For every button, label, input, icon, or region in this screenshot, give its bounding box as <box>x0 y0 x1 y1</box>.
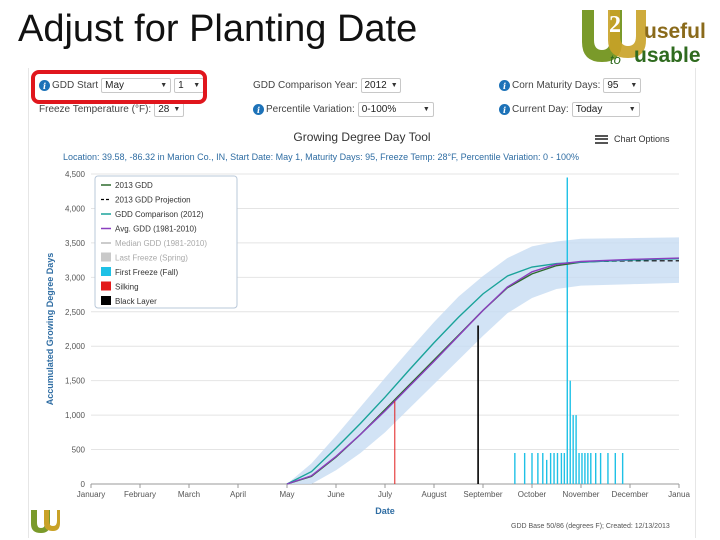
legend-label: Median GDD (1981-2010) <box>115 239 207 248</box>
freeze-temp-label: Freeze Temperature (°F): <box>39 104 152 115</box>
logo-text-usable: usable <box>634 44 701 67</box>
logo-text-to: to <box>610 52 621 67</box>
info-icon[interactable]: i <box>253 104 264 115</box>
u2u-logo: 2 useful to usable <box>578 4 718 68</box>
percentile-control: i Percentile Variation: 0-100% ▼ <box>253 102 434 117</box>
legend-label: Avg. GDD (1981-2010) <box>115 225 197 234</box>
info-icon[interactable]: i <box>499 80 510 91</box>
legend-swatch <box>101 267 111 276</box>
y-tick-label: 3,500 <box>65 239 86 248</box>
chevron-down-icon: ▼ <box>628 106 636 113</box>
y-tick-label: 4,000 <box>65 204 86 213</box>
x-axis-title: Date <box>375 506 395 516</box>
freeze-temp-select[interactable]: 28 ▼ <box>154 102 185 117</box>
x-tick-label: September <box>463 490 502 499</box>
x-tick-label: June <box>327 490 345 499</box>
x-tick-label: November <box>563 490 600 499</box>
y-axis-title: Accumulated Growing Degree Days <box>45 253 55 406</box>
maturity-days-control: i Corn Maturity Days: 95 ▼ <box>499 78 642 93</box>
y-tick-label: 4,500 <box>65 170 86 179</box>
y-tick-label: 1,000 <box>65 411 86 420</box>
y-tick-label: 500 <box>72 446 86 455</box>
footer-note: GDD Base 50/86 (degrees F); Created: 12/… <box>511 523 670 530</box>
chevron-down-icon: ▼ <box>390 82 398 89</box>
maturity-days-value: 95 <box>607 80 619 91</box>
y-tick-label: 0 <box>81 480 86 489</box>
legend-label: Silking <box>115 283 139 292</box>
freeze-temp-control: Freeze Temperature (°F): 28 ▼ <box>39 102 185 117</box>
percentile-select[interactable]: 0-100% ▼ <box>357 102 434 117</box>
chevron-down-icon: ▼ <box>630 82 638 89</box>
chart-options-button[interactable]: Chart Options <box>595 134 670 144</box>
x-tick-label: April <box>230 490 246 499</box>
legend-label: 2013 GDD Projection <box>115 196 191 205</box>
gdd-start-highlight-box <box>31 70 207 104</box>
chart-options-label: Chart Options <box>614 134 670 144</box>
x-tick-label: August <box>422 490 448 499</box>
x-tick-label: February <box>124 490 156 499</box>
legend-label: GDD Comparison (2012) <box>115 210 204 219</box>
y-tick-label: 2,000 <box>65 342 86 351</box>
x-tick-label: March <box>178 490 200 499</box>
current-day-value: Today <box>575 104 603 115</box>
location-line: Location: 39.58, -86.32 in Marion Co., I… <box>63 152 580 162</box>
x-tick-label: Janua <box>668 490 690 499</box>
legend-swatch <box>101 281 111 291</box>
comparison-year-select[interactable]: 2012 ▼ <box>360 78 401 93</box>
legend-label: Black Layer <box>115 297 157 306</box>
legend-swatch <box>101 296 111 305</box>
logo-text-useful: useful <box>644 20 706 43</box>
gdd-tool-panel: i GDD Start May ▼ 1 ▼ GDD Comparison Yea… <box>28 68 696 538</box>
legend-swatch <box>101 252 111 262</box>
u2u-mini-logo <box>31 510 60 533</box>
x-tick-label: July <box>378 490 392 499</box>
slide-title: Adjust for Planting Date <box>18 8 418 50</box>
x-tick-label: October <box>518 490 547 499</box>
gdd-chart: 0 500 1,000 1,500 2,000 2,500 3,000 3,500 4,000 4… <box>45 170 690 516</box>
chevron-down-icon: ▼ <box>173 106 181 113</box>
svg-text:2: 2 <box>609 12 621 38</box>
percentile-label: Percentile Variation: <box>266 104 355 115</box>
comparison-year-control: GDD Comparison Year: 2012 ▼ <box>253 78 401 93</box>
y-tick-label: 3,000 <box>65 273 86 282</box>
legend-label: 2013 GDD <box>115 181 153 190</box>
legend-label: First Freeze (Fall) <box>115 268 178 277</box>
y-tick-label: 2,500 <box>65 308 86 317</box>
chevron-down-icon: ▼ <box>422 106 430 113</box>
comparison-year-value: 2012 <box>364 80 387 91</box>
legend-label: Last Freeze (Spring) <box>115 254 188 263</box>
freeze-temp-value: 28 <box>158 104 170 115</box>
current-day-label: Current Day: <box>512 104 569 115</box>
maturity-days-select[interactable]: 95 ▼ <box>603 78 642 93</box>
x-tick-label: May <box>279 490 294 499</box>
percentile-value: 0-100% <box>361 104 397 115</box>
comparison-year-label: GDD Comparison Year: <box>253 80 358 91</box>
current-day-control: i Current Day: Today ▼ <box>499 102 640 117</box>
menu-icon <box>595 134 608 144</box>
info-icon[interactable]: i <box>499 104 510 115</box>
x-tick-label: January <box>77 490 105 499</box>
y-tick-label: 1,500 <box>65 377 86 386</box>
maturity-days-label: Corn Maturity Days: <box>512 80 601 91</box>
current-day-select[interactable]: Today ▼ <box>571 102 640 117</box>
x-tick-label: December <box>612 490 649 499</box>
